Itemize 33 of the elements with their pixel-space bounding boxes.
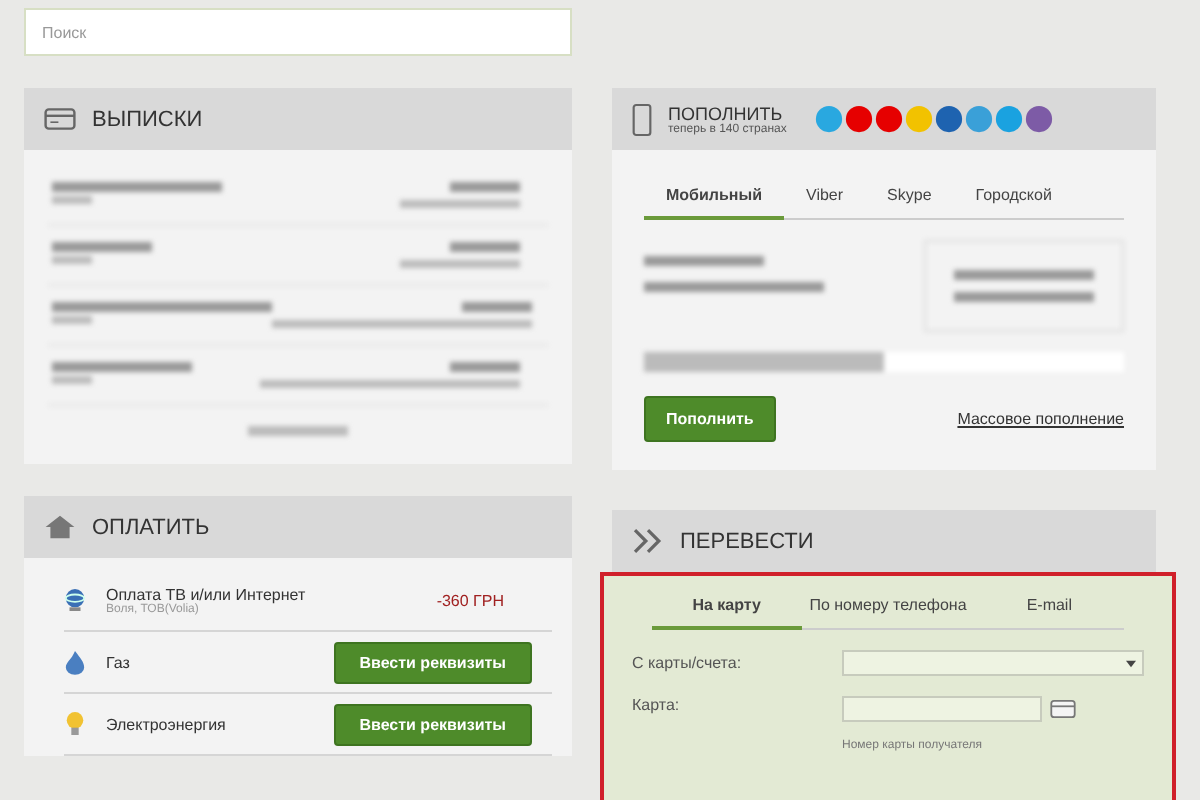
- house-icon: [44, 514, 76, 540]
- topup-button[interactable]: Пополнить: [644, 396, 776, 442]
- payee-name: Газ: [106, 653, 132, 671]
- lightbulb-icon: [64, 710, 86, 738]
- field-label: С карты/счета:: [632, 654, 744, 672]
- bulk-topup-link[interactable]: Массовое пополнение: [957, 410, 1124, 428]
- payment-amount: -360 ГРН: [436, 591, 504, 609]
- payee-name: Оплата ТВ и/или Интернет: [106, 585, 308, 603]
- tab[interactable]: E-mail: [974, 584, 1124, 630]
- card-number-field[interactable]: [842, 696, 1042, 722]
- payee-name: Электроэнергия: [106, 715, 228, 733]
- panel-title: ПОПОЛНИТЬ: [668, 103, 785, 123]
- tab[interactable]: Мобильный: [644, 174, 784, 220]
- card-icon: [44, 106, 76, 132]
- enter-details-button[interactable]: Ввести реквизиты: [333, 641, 532, 683]
- search-field[interactable]: Поиск: [24, 8, 572, 56]
- double-chevron-icon: [632, 528, 664, 554]
- tab[interactable]: На карту: [652, 584, 802, 630]
- card-icon: [1050, 700, 1076, 718]
- phone-icon: [632, 99, 652, 139]
- flame-icon: [64, 648, 86, 676]
- tab[interactable]: Городской: [953, 174, 1074, 220]
- globe-icon: [64, 586, 86, 614]
- panel-title: ПЕРЕВЕСТИ: [680, 529, 814, 553]
- panel-title: ОПЛАТИТЬ: [92, 515, 210, 539]
- source-card-dropdown[interactable]: [842, 650, 1144, 676]
- panel-title: ВЫПИСКИ: [92, 107, 203, 131]
- tab[interactable]: По номеру телефона: [801, 584, 975, 630]
- field-label: Карта:: [632, 696, 682, 714]
- caret-icon: [1126, 659, 1136, 667]
- tab[interactable]: Viber: [784, 174, 866, 220]
- tab[interactable]: Skype: [865, 174, 954, 220]
- enter-details-button[interactable]: Ввести реквизиты: [333, 703, 532, 745]
